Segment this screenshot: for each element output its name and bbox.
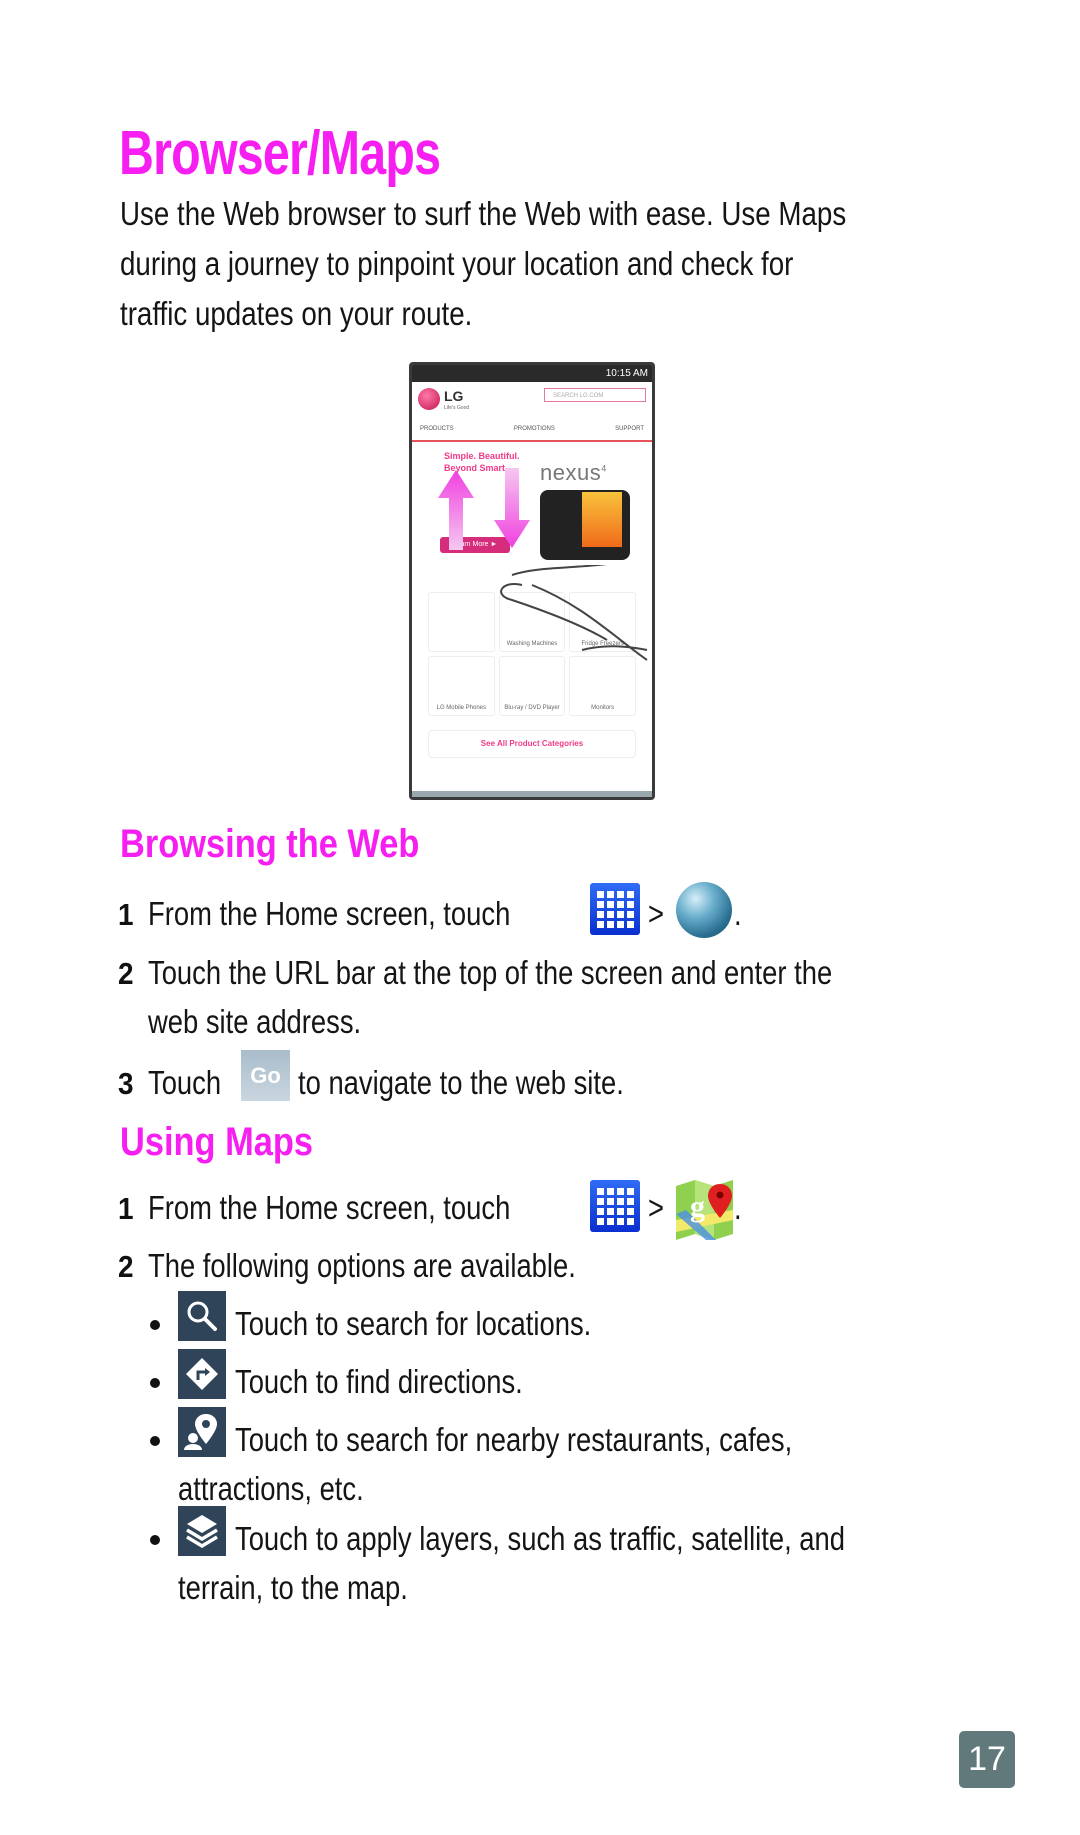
intro-line: Use the Web browser to surf the Web with… [120,195,847,232]
step-text: From the Home screen, touch [148,1189,511,1226]
swipe-up-arrow-icon [438,470,474,550]
bullet-text-cont: terrain, to the map. [178,1569,408,1606]
intro-line: traffic updates on your route. [120,295,473,332]
step-number: 2 [118,1249,134,1284]
search-icon [178,1291,226,1341]
period: . [734,895,742,932]
bullet [150,1535,160,1545]
lg-nav-item: SUPPORT [615,426,644,432]
layers-icon [178,1506,226,1556]
see-all-categories-button: See All Product Categories [428,730,636,758]
lg-logo-icon [418,388,440,410]
page-number-badge: 17 [959,1731,1015,1788]
lg-nav: PRODUCTS PROMOTIONS SUPPORT [412,422,652,442]
step-text-cont: web site address. [148,1003,362,1040]
go-button-icon: Go [241,1050,290,1101]
step-text: From the Home screen, touch [148,895,511,932]
step-number: 1 [118,897,134,932]
bullet-text: Touch to search for nearby restaurants, … [235,1421,793,1458]
lg-tagline: Life's Good [444,405,470,411]
status-time: 10:15 AM [605,368,648,379]
product-sup: 4 [601,463,607,474]
step-text: to navigate to the web site. [298,1064,624,1101]
product-label: nexus [540,460,602,485]
period: . [734,1189,742,1226]
lg-search-field: SEARCH LG.COM [544,388,646,402]
page-title: Browser/Maps [119,119,441,188]
directions-icon [178,1349,226,1399]
swipe-down-arrow-icon [494,468,530,548]
bullet [150,1436,160,1446]
lg-brand: LG [444,388,464,404]
step-number: 2 [118,956,134,991]
phone-bottom-bar [412,791,652,797]
step-text: Touch [148,1064,222,1101]
section-heading-maps: Using Maps [120,1120,314,1164]
browser-globe-icon [676,882,732,938]
section-heading-browsing: Browsing the Web [120,822,420,866]
phone-screenshot: 10:15 AM LG Life's Good SEARCH LG.COM PR… [409,362,655,800]
bullet-text: Touch to find directions. [235,1363,523,1400]
maps-app-icon: g [676,1180,733,1240]
intro-line: during a journey to pinpoint your locati… [120,245,794,282]
separator: > [648,1189,665,1226]
step-number: 1 [118,1191,134,1226]
separator: > [648,895,665,932]
bullet [150,1320,160,1330]
product-name: nexus4 [540,460,607,486]
bullet-text: Touch to search for locations. [235,1305,592,1342]
product-screen [582,492,622,547]
bullet-text-cont: attractions, etc. [178,1470,364,1507]
step-number: 3 [118,1066,134,1101]
lg-header: LG Life's Good SEARCH LG.COM [412,382,652,422]
lg-nav-item: PROMOTIONS [513,426,555,432]
bullet-text: Touch to apply layers, such as traffic, … [235,1520,846,1557]
swipe-gesture-hand-icon [500,565,648,661]
hero-line: Simple. Beautiful. [444,451,520,461]
step-text: The following options are available. [148,1247,576,1284]
bullet [150,1378,160,1388]
status-bar: 10:15 AM [412,365,652,382]
apps-grid-icon [590,1180,640,1232]
apps-grid-icon [590,883,640,935]
lg-nav-item: PRODUCTS [420,426,454,432]
svg-text:g: g [690,1190,705,1223]
step-text: Touch the URL bar at the top of the scre… [148,954,833,991]
local-places-icon [178,1407,226,1457]
